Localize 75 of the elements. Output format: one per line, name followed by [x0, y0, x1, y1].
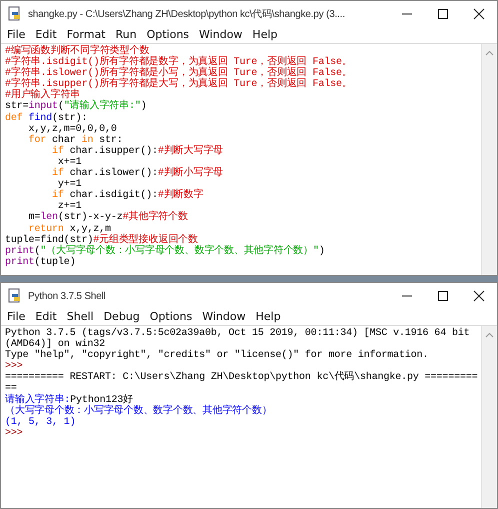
- close-icon[interactable]: [473, 290, 485, 302]
- code-text: ==: [5, 383, 17, 394]
- menu-item[interactable]: Format: [66, 28, 106, 41]
- code-builtin: input: [28, 101, 58, 112]
- menu-item[interactable]: Edit: [35, 310, 57, 323]
- code-comment: #判断大写字母: [158, 146, 224, 157]
- code-text: char.islower():: [70, 168, 158, 180]
- scrollbar[interactable]: [481, 44, 497, 275]
- code-text: (: [58, 101, 64, 112]
- window-title: Python 3.7.5 Shell: [28, 290, 107, 302]
- code-text: str:: [99, 134, 123, 146]
- program-output: (1, 5, 3, 1): [5, 416, 76, 428]
- code-text: Python123好: [70, 394, 133, 406]
- code-text: Type "help", "copyright", "credits" or "license()" for more information.: [5, 350, 428, 362]
- menu-item[interactable]: Run: [116, 28, 137, 41]
- code-text: x+=1: [58, 156, 82, 168]
- code-text: (tuple): [34, 256, 76, 268]
- scrollbar[interactable]: [481, 326, 497, 508]
- code-string: "（大写字母个数：小写字母个数、数字个数、其他字符个数）": [40, 246, 319, 257]
- window-title: shangke.py - C:\Users\Zhang ZH\Desktop\python kc\代码\shangke.py (3....: [28, 8, 346, 21]
- code-text: ========== RESTART: C:\Users\Zhang ZH\Desktop\python kc\代码\shangke.py =========: [5, 372, 478, 384]
- code-builtin: len: [40, 212, 58, 224]
- menu-item[interactable]: File: [7, 310, 26, 323]
- code-text: (: [34, 246, 40, 257]
- code-keyword: in: [81, 134, 94, 146]
- code-comment: #判断小写字母: [158, 168, 224, 180]
- code-comment: #其他字符个数: [122, 212, 188, 224]
- code-builtin: print: [5, 256, 34, 268]
- code-text: x,y,z,m: [70, 224, 111, 234]
- menu-item[interactable]: Options: [150, 310, 192, 323]
- code-text: x,y,z,m=0,0,0,0: [28, 124, 117, 135]
- code-text: char: [51, 134, 76, 146]
- menu-item[interactable]: Edit: [35, 28, 57, 41]
- code-keyword: if: [51, 190, 64, 202]
- close-icon[interactable]: [473, 8, 485, 20]
- code-text: Python 3.7.5 (tags/v3.7.5:5c02a39a0b, Oct 15 2019, 00:11:34) [MSC v.1916 64 bit: [5, 328, 470, 339]
- code-text: ): [318, 246, 325, 257]
- shell-prompt: >>>: [5, 361, 23, 372]
- menu-item[interactable]: File: [7, 28, 26, 41]
- menu-item[interactable]: Help: [256, 310, 281, 323]
- code-text: ): [140, 101, 147, 112]
- menu-item[interactable]: Help: [252, 28, 278, 41]
- code-text: (AMD64)] on win32: [5, 339, 105, 350]
- code-comment: #元组类型接收返回个数: [93, 234, 198, 246]
- code-builtin: print: [5, 246, 34, 257]
- code-text: (str)-x-y-z: [58, 212, 123, 224]
- code-keyword: def: [5, 112, 23, 124]
- menu-item[interactable]: Window: [202, 310, 246, 323]
- code-text: m=: [28, 212, 40, 224]
- program-output: （大写字母个数：小写字母个数、数字个数、其他字符个数）: [5, 406, 272, 417]
- code-text: (str):: [52, 112, 88, 124]
- menu-item[interactable]: Window: [199, 28, 242, 41]
- shell-prompt: >>>: [5, 428, 23, 439]
- python-file-icon: [7, 6, 23, 22]
- code-text: z+=1: [58, 201, 82, 212]
- code-keyword: if: [51, 146, 64, 157]
- code-keyword: return: [28, 224, 64, 234]
- menu-item[interactable]: Debug: [104, 310, 140, 323]
- code-comment: #编写函数判断不同字符类型个数: [5, 46, 150, 57]
- program-output: 请输入字符串:: [5, 394, 70, 406]
- code-keyword: for: [28, 134, 46, 146]
- code-text: y+=1: [58, 179, 82, 190]
- python-file-icon: [7, 288, 23, 304]
- maximize-icon[interactable]: [437, 8, 449, 20]
- code-comment: #判断数字: [158, 190, 204, 202]
- code-string: "请输入字符串:": [64, 101, 141, 112]
- code-keyword: if: [51, 168, 64, 180]
- maximize-icon[interactable]: [437, 290, 449, 302]
- code-text: str=: [5, 101, 29, 112]
- menu-item[interactable]: Options: [146, 28, 190, 41]
- menu-item[interactable]: Shell: [66, 310, 94, 323]
- function-name: find: [28, 112, 52, 124]
- code-text: char.isupper():: [68, 146, 158, 157]
- code-text: tuple=find(str): [5, 234, 94, 246]
- code-text: char.isdigit():: [70, 190, 158, 202]
